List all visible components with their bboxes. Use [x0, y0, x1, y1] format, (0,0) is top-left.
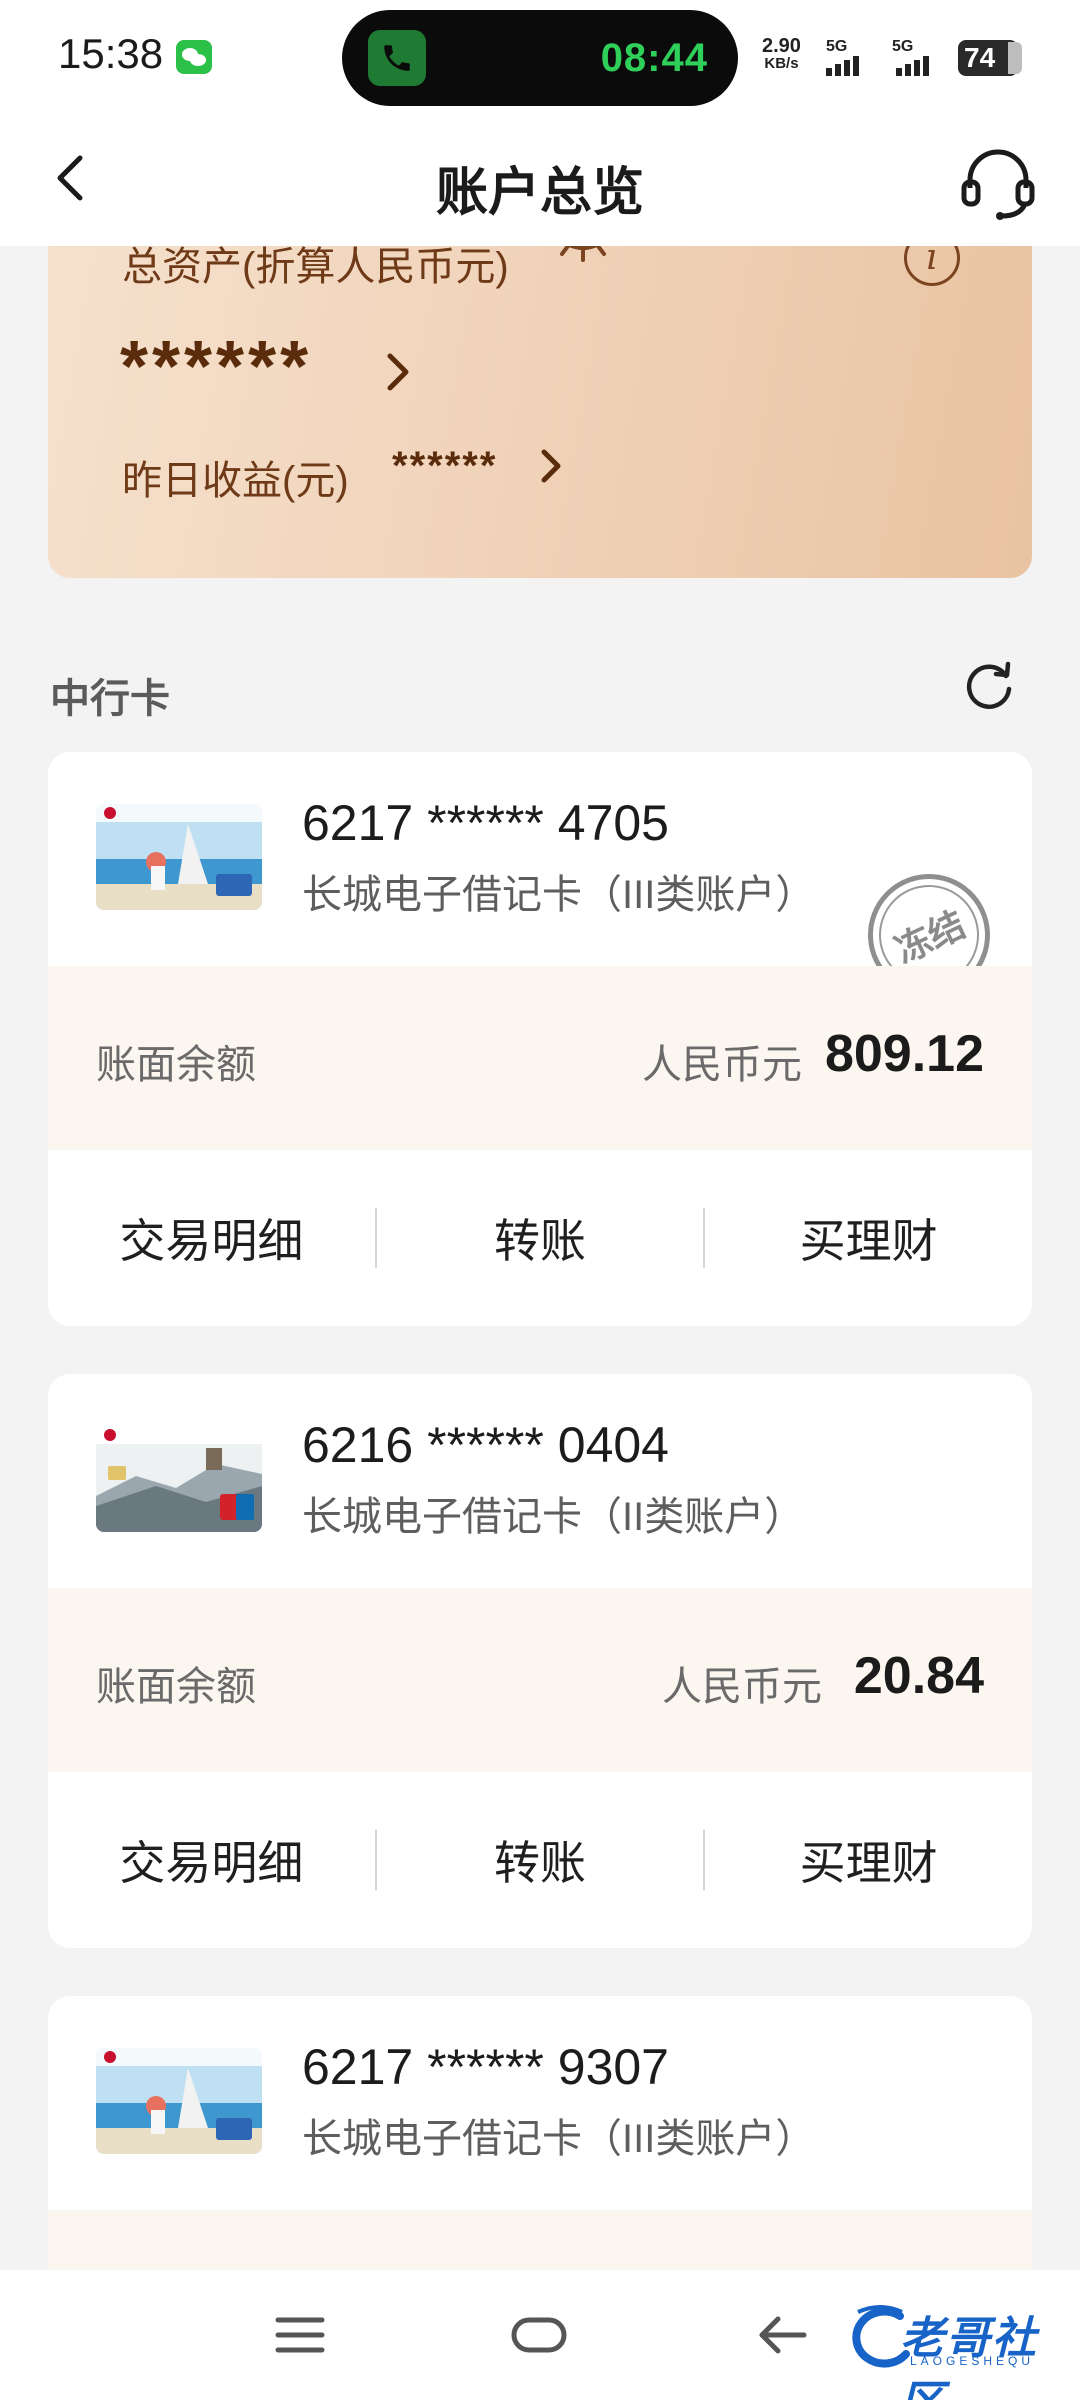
account-card[interactable]: 6217 ****** 4705 长城电子借记卡（III类账户） 冻结 账面余额… [48, 752, 1032, 1326]
card-number: 6217 ****** 9307 [302, 2039, 669, 2095]
account-card[interactable]: 6217 ****** 9307 长城电子借记卡（III类账户） [48, 1996, 1032, 2270]
transfer-button[interactable]: 转账 [377, 1827, 704, 1893]
card-number: 6216 ****** 0404 [302, 1417, 669, 1473]
signal-icon-2 [896, 56, 929, 76]
call-duration: 08:44 [600, 36, 708, 80]
transaction-details-button[interactable]: 交易明细 [48, 1205, 375, 1271]
battery-icon: 74 [958, 40, 1022, 76]
total-assets-label: 总资产(折算人民币元) [122, 246, 509, 289]
card-thumbnail-beach [96, 804, 262, 910]
watermark-text: 老哥社区 [900, 2314, 1038, 2400]
yesterday-income-value: ****** [392, 444, 498, 488]
system-back-icon[interactable] [752, 2308, 812, 2362]
system-nav-bar: 老哥社区 LAOGESHEQU [0, 2270, 1080, 2400]
header-bar: 账户总览 [0, 118, 1080, 246]
balance-row: 账面余额 人民币元 20.84 [48, 1588, 1032, 1772]
currency-label: 人民币元 [662, 1665, 822, 1709]
ongoing-call-pill[interactable]: 08:44 [342, 10, 738, 106]
card-actions: 交易明细 转账 买理财 [48, 1150, 1032, 1326]
chevron-right-icon[interactable] [378, 344, 418, 400]
chevron-right-icon[interactable] [532, 438, 572, 494]
card-thumbnail-beach [96, 2048, 262, 2154]
watermark-subtext: LAOGESHEQU [910, 2354, 1035, 2368]
balance-row [48, 2210, 1032, 2270]
card-type: 长城电子借记卡（III类账户） [302, 2117, 816, 2161]
sim1-label: 5G [826, 38, 848, 55]
headset-icon[interactable] [958, 144, 1038, 224]
scroll-content[interactable]: 总资产(折算人民币元) i ****** 昨日收益(元) ****** 中行卡 [0, 246, 1080, 2270]
balance-amount: 20.84 [853, 1647, 984, 1705]
balance-amount: 809.12 [824, 1025, 984, 1083]
account-card[interactable]: 6216 ****** 0404 长城电子借记卡（II类账户） 账面余额 人民币… [48, 1374, 1032, 1948]
total-assets-value: ****** [120, 327, 313, 407]
status-bar: 15:38 08:44 2.90 KB/s 5G 5G 74 [0, 0, 1080, 118]
battery-level: 74 [964, 42, 996, 73]
card-type: 长城电子借记卡（II类账户） [302, 1495, 805, 1539]
network-speed-unit: KB/s [764, 55, 799, 72]
balance-label: 账面余额 [96, 1043, 256, 1087]
balance-row: 账面余额 人民币元 809.12 [48, 966, 1032, 1150]
eye-toggle-icon[interactable] [548, 246, 618, 264]
page-title: 账户总览 [435, 164, 644, 222]
asset-summary-card: 总资产(折算人民币元) i ****** 昨日收益(元) ****** [48, 246, 1032, 578]
sim2-label: 5G [892, 38, 914, 55]
transfer-button[interactable]: 转账 [377, 1205, 704, 1271]
wechat-icon [176, 40, 212, 74]
buy-wealth-button[interactable]: 买理财 [705, 1827, 1032, 1893]
card-number: 6217 ****** 4705 [302, 795, 669, 851]
watermark: 老哥社区 LAOGESHEQU [840, 2296, 1070, 2400]
card-actions: 交易明细 转账 买理财 [48, 1772, 1032, 1948]
frozen-stamp-text: 冻结 [888, 903, 972, 972]
signal-icon [826, 56, 859, 76]
phone-icon [368, 30, 426, 86]
network-speed-value: 2.90 [762, 35, 801, 57]
refresh-icon[interactable] [958, 656, 1020, 718]
card-thumbnail-great-wall [96, 1426, 262, 1532]
info-icon[interactable]: i [904, 246, 960, 286]
currency-label: 人民币元 [642, 1043, 802, 1087]
home-icon[interactable] [508, 2310, 570, 2360]
balance-label: 账面余额 [96, 1665, 256, 1709]
status-time: 15:38 [58, 30, 164, 77]
card-type: 长城电子借记卡（III类账户） [302, 873, 816, 917]
buy-wealth-button[interactable]: 买理财 [705, 1205, 1032, 1271]
menu-icon[interactable] [270, 2310, 330, 2360]
network-speed: 2.90 KB/s [762, 36, 801, 72]
section-title: 中行卡 [50, 677, 170, 721]
transaction-details-button[interactable]: 交易明细 [48, 1827, 375, 1893]
yesterday-income-label: 昨日收益(元) [122, 459, 349, 503]
